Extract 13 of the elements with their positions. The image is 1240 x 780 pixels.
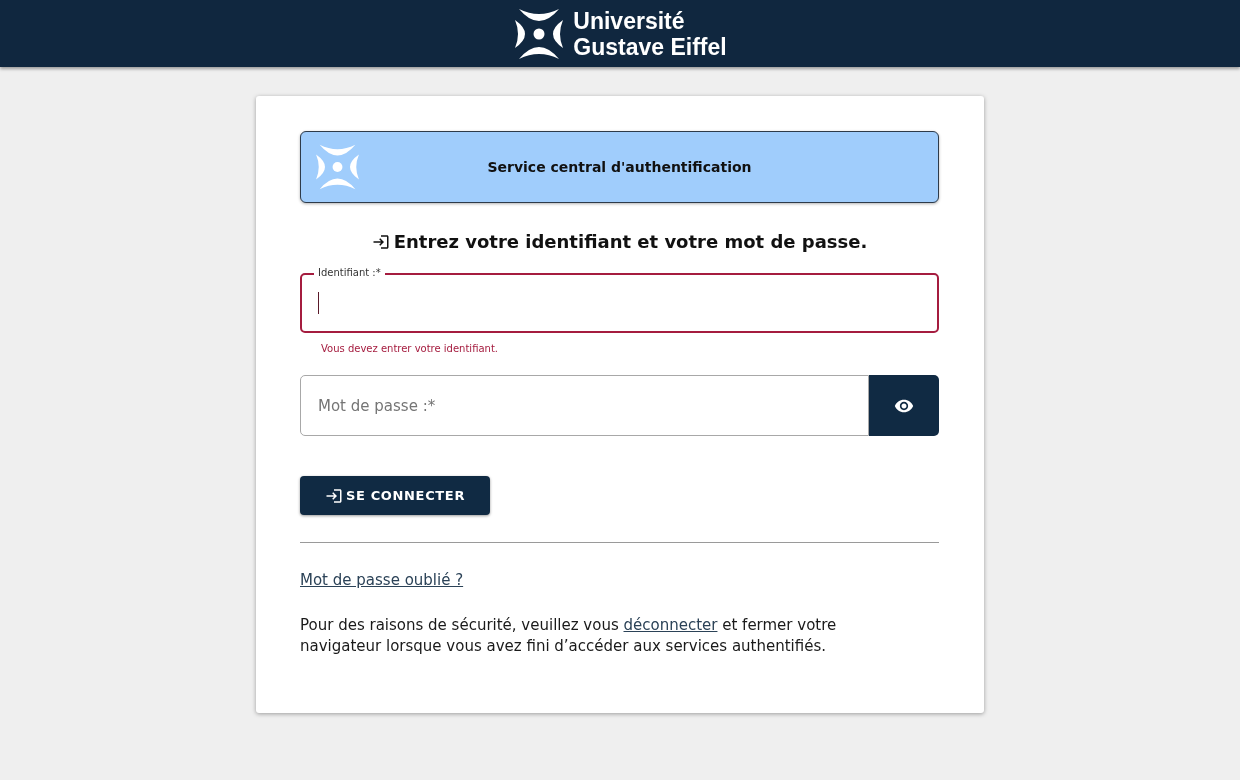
form-heading: Entrez votre identifiant et votre mot de passe. bbox=[393, 231, 868, 253]
brand-name: Gustave Eiffel bbox=[573, 33, 727, 60]
brand-name: Université bbox=[573, 7, 686, 34]
show-password-button[interactable] bbox=[869, 375, 939, 436]
banner-title: Service central d'authentification bbox=[486, 157, 753, 177]
security-notice: Pour des raisons de sécurité, veuillez vous déconnecter et fermer votre navigateur lorsque vous avez fini d’accéder aux services authentifiés. bbox=[300, 615, 838, 657]
password-field[interactable]: Mot de passe :* bbox=[300, 375, 869, 436]
login-button[interactable]: SE CONNECTER bbox=[300, 476, 490, 515]
logout-link[interactable]: déconnecter bbox=[623, 616, 718, 634]
error-message: Vous devez entrer votre identifiant. bbox=[320, 342, 499, 356]
login-icon bbox=[324, 486, 343, 505]
forgot-password-link[interactable]: Mot de passe oublié ? bbox=[300, 570, 464, 590]
login-icon bbox=[371, 233, 390, 251]
